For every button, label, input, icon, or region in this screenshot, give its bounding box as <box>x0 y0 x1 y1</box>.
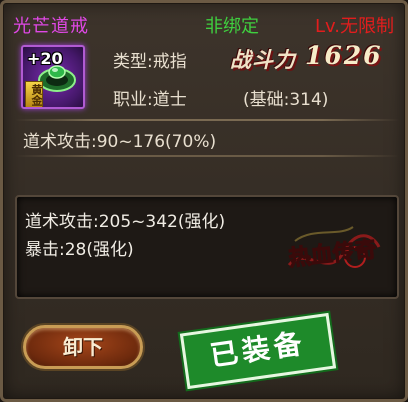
item-name: 光芒道戒 <box>13 16 89 37</box>
level-requirement: Lv.无限制 <box>315 16 395 37</box>
item-class-label: 职业: <box>113 90 153 110</box>
item-type-value: 戒指 <box>152 52 187 72</box>
enhancement-panel: 道术攻击:205~342(强化) 暴击:28(强化) 热血传奇 <box>15 195 399 299</box>
item-type-row: 类型:戒指 <box>113 47 187 72</box>
divider <box>15 155 399 157</box>
unequip-button[interactable]: 卸下 <box>23 325 143 369</box>
item-header: 光芒道戒 非绑定 Lv.无限制 <box>11 9 403 37</box>
item-class-value: 道士 <box>152 90 187 110</box>
game-logo: 热血传奇 <box>287 226 381 272</box>
item-tooltip-panel: 光芒道戒 非绑定 Lv.无限制 +20 黄金 类型:戒指 职业:道士 战斗力 1… <box>0 0 408 402</box>
base-combat-value: (基础:314) <box>243 90 329 110</box>
svg-text:热血传奇: 热血传奇 <box>288 236 378 271</box>
divider <box>15 119 399 121</box>
enhancement-stat: 暴击:28(强化) <box>25 240 134 260</box>
item-icon-slot[interactable]: +20 黄金 <box>21 45 85 109</box>
enhancement-stat: 道术攻击:205~342(强化) <box>25 212 226 232</box>
enhance-level-badge: +20 <box>27 49 63 68</box>
base-attack-stat: 道术攻击:90~176(70%) <box>23 132 217 152</box>
rarity-tag: 黄金 <box>25 81 43 107</box>
item-type-label: 类型: <box>113 52 153 72</box>
combat-power-value: 1626 <box>305 41 383 70</box>
equipped-stamp: 已装备 <box>179 312 337 390</box>
item-class-row: 职业:道士 <box>113 85 187 110</box>
bind-state: 非绑定 <box>205 16 259 37</box>
combat-power-label: 战斗力 <box>230 48 296 72</box>
